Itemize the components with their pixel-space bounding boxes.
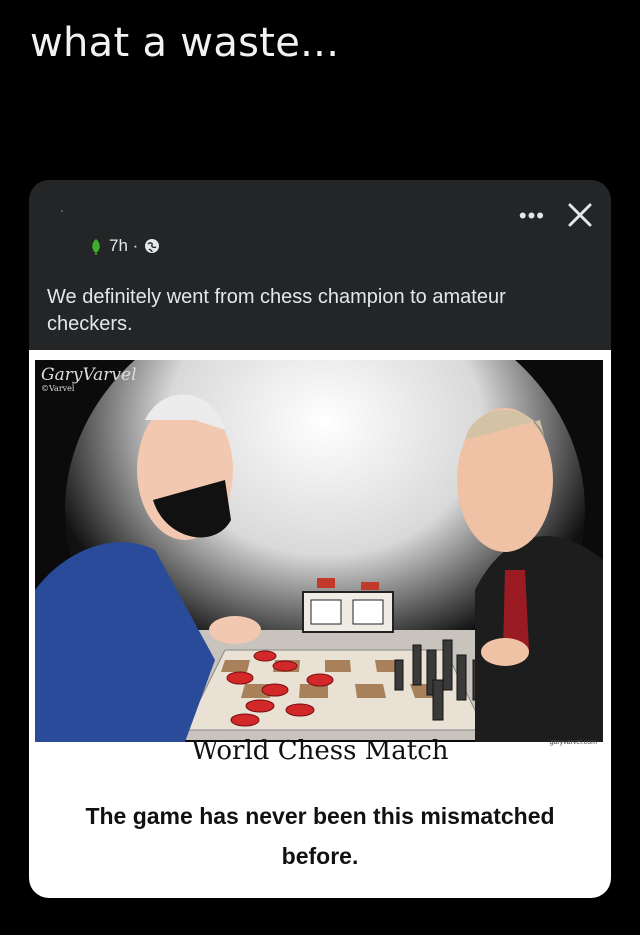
cartoon-title: World Chess Match xyxy=(191,736,449,766)
cartoon-subtitle: The game has never been this mismatched … xyxy=(85,803,555,869)
post-time[interactable]: 7h · xyxy=(109,236,138,256)
close-icon[interactable] xyxy=(565,200,595,230)
more-icon: ••• xyxy=(518,203,545,228)
cartoon-image: GaryVarvel ©Varvel xyxy=(35,360,603,742)
meme-caption: what a waste... xyxy=(30,20,340,66)
chess-cartoon-illustration xyxy=(35,360,603,742)
globe-icon xyxy=(145,239,160,253)
post-meta: 7h · xyxy=(89,236,160,256)
post-card: ••• 7h · We definitely went from chess c… xyxy=(29,180,611,898)
artist-site: garyvarvel.com xyxy=(549,739,597,746)
more-options-button[interactable]: ••• xyxy=(518,203,545,228)
post-image[interactable]: GaryVarvel ©Varvel World Chess Match gar… xyxy=(29,350,611,898)
post-text: We definitely went from chess champion t… xyxy=(47,286,506,335)
artist-signature: GaryVarvel ©Varvel xyxy=(41,365,137,394)
header-mark xyxy=(61,210,63,212)
leaf-icon xyxy=(92,239,100,255)
